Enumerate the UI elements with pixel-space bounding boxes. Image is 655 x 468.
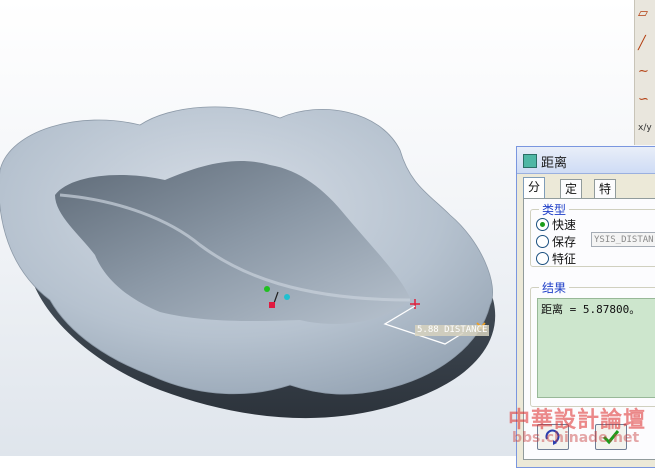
radio-feature-label: 特征 — [552, 252, 577, 266]
tab-feature[interactable]: 特征 — [594, 179, 617, 214]
repeat-icon — [545, 429, 560, 445]
radio-save-button[interactable] — [536, 235, 549, 248]
radio-save[interactable]: 保存 YSIS_DISTAN — [536, 232, 655, 249]
tab-body-analysis: 类型 快速 保存 YSIS_DISTAN 特征 结果 距离 = 5.87800。 — [523, 198, 655, 460]
csys-origin-green — [264, 286, 270, 292]
save-name-field[interactable]: YSIS_DISTAN — [591, 232, 655, 247]
distance-dimension-label: 5.88 DISTANCE — [415, 325, 490, 336]
tab-definition[interactable]: 定义 — [560, 179, 583, 214]
type-group: 类型 快速 保存 YSIS_DISTAN 特征 — [530, 201, 655, 267]
analysis-icon — [523, 154, 537, 168]
parallelogram-icon[interactable]: ▱ — [638, 6, 654, 22]
ok-button[interactable] — [595, 424, 627, 450]
dialog-title-bar[interactable]: 距离 — [517, 147, 655, 174]
repeat-button[interactable] — [537, 424, 569, 450]
distance-dialog: 距离 分析 定义 特征 类型 快速 保存 YSIS_DISTAN 特征 结果 — [516, 146, 655, 468]
dialog-title: 距离 — [541, 156, 568, 171]
result-group-label: 结果 — [539, 279, 570, 296]
radio-quick-label: 快速 — [552, 218, 577, 232]
ok-check-icon — [602, 430, 620, 445]
tab-analysis[interactable]: 分析 — [523, 177, 546, 212]
result-text: 距离 = 5.87800。 — [537, 298, 655, 398]
csys-origin-red — [269, 302, 275, 308]
dashed-line-icon[interactable]: ╱ — [638, 36, 654, 52]
radio-quick-button[interactable] — [536, 218, 549, 231]
result-group: 结果 距离 = 5.87800。 — [530, 279, 655, 407]
axis-xyz-icon[interactable]: x∕y — [638, 120, 654, 136]
csys-origin-cyan — [284, 294, 290, 300]
curve-icon[interactable]: ∼ — [638, 64, 654, 80]
radio-feature-button[interactable] — [536, 252, 549, 265]
radio-save-label: 保存 — [552, 235, 577, 249]
spline-icon[interactable]: ∽ — [638, 92, 654, 108]
right-toolbar: ▱ ╱ ∼ ∽ x∕y — [634, 0, 655, 145]
